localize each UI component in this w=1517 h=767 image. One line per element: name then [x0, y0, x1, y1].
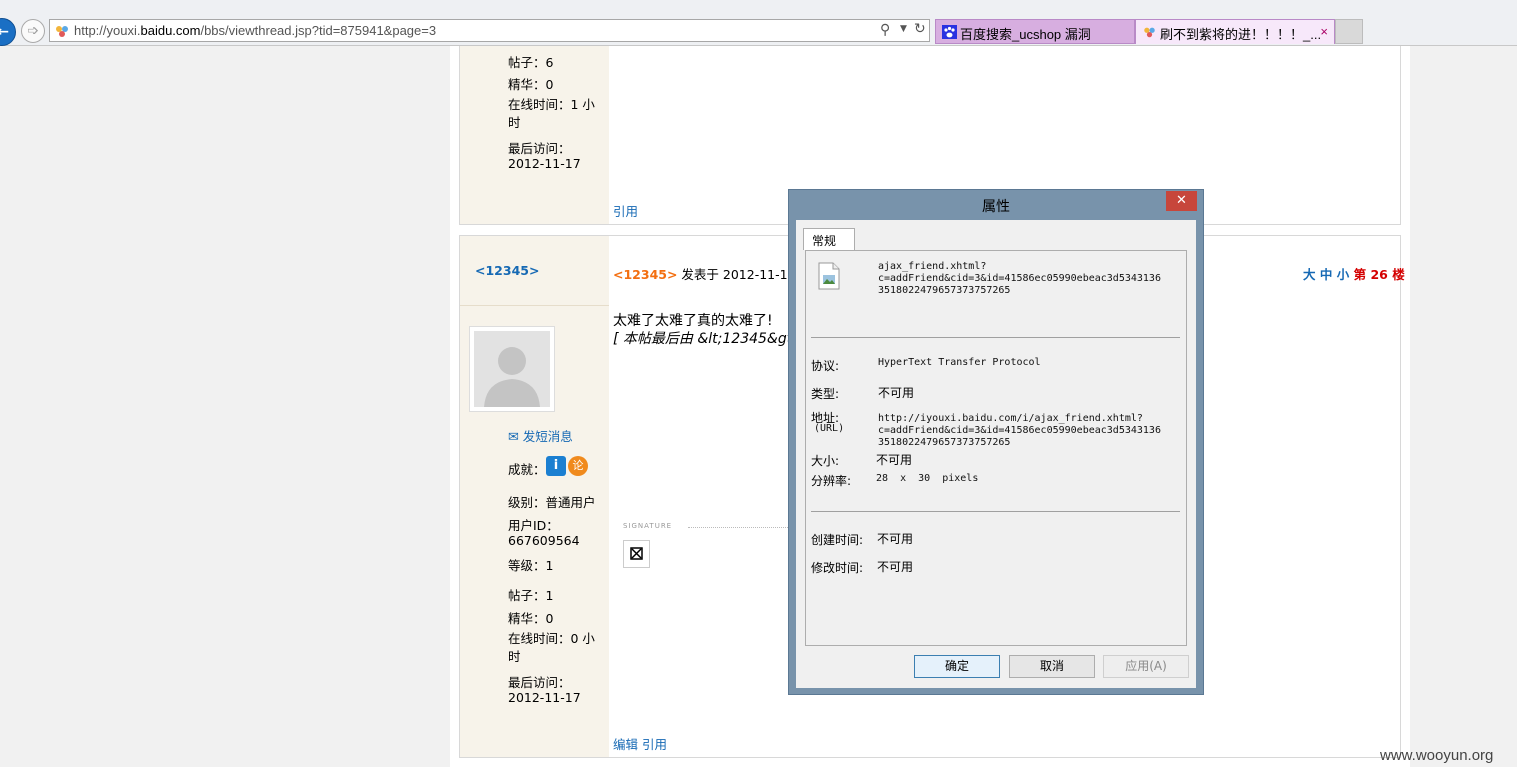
close-icon[interactable]: ✕	[1166, 191, 1197, 211]
modified-label: 修改时间:	[811, 561, 864, 575]
achievement-badge-icon[interactable]: i	[546, 456, 566, 476]
post-body: 太难了太难了真的太难了!	[613, 313, 773, 329]
address-url-label: (URL)	[814, 423, 845, 434]
tab-baidu-search[interactable]: 百度搜索_ucshop 漏洞	[935, 19, 1135, 44]
font-size-large-link[interactable]: 大	[1303, 267, 1316, 282]
baidu-paw-icon	[942, 25, 957, 39]
post-actions: 编辑 引用	[613, 734, 667, 753]
general-panel: ajax_friend.xhtml? c=addFriend&cid=3&id=…	[805, 250, 1187, 646]
author-username-link[interactable]: <12345>	[475, 263, 539, 278]
online-time: 在线时间：0 小时	[508, 631, 595, 664]
type-label: 类型:	[811, 387, 840, 401]
digest-count: 精华：0	[508, 77, 554, 92]
url-text[interactable]: http://youxi.baidu.com/bbs/viewthread.js…	[74, 23, 436, 38]
avatar[interactable]	[469, 326, 555, 412]
edit-note: [ 本帖最后由 &lt;12345&gt;	[613, 331, 797, 347]
post-count: 帖子：6	[508, 55, 554, 70]
dropdown-icon[interactable]: ▼	[900, 24, 907, 34]
post-header: <12345> 发表于 2012-11-17 1	[613, 264, 807, 283]
close-tab-icon[interactable]: ×	[1320, 24, 1328, 39]
forward-button[interactable]: ➩	[21, 19, 45, 43]
broken-image-icon	[630, 547, 643, 560]
user-grade: 等级：1	[508, 558, 554, 573]
signature-divider	[688, 527, 798, 528]
site-favicon-icon	[56, 26, 68, 37]
default-avatar-icon	[474, 331, 550, 407]
font-size-medium-link[interactable]: 中	[1320, 267, 1333, 282]
created-label: 创建时间:	[811, 533, 864, 547]
back-arrow-icon: ←	[0, 24, 9, 40]
envelope-icon: ✉	[508, 430, 519, 445]
refresh-icon[interactable]: ↻	[914, 21, 926, 37]
new-tab-button[interactable]	[1335, 19, 1363, 44]
achievement-medal-icon[interactable]: 论	[568, 456, 588, 476]
last-visit-date: 2012-11-17	[508, 156, 581, 171]
resolution-value: 28 x 30 pixels	[876, 473, 979, 484]
last-visit-label: 最后访问：	[508, 675, 571, 690]
created-value: 不可用	[877, 532, 914, 546]
separator	[811, 511, 1180, 512]
protocol-value: HyperText Transfer Protocol	[878, 357, 1041, 368]
user-id-value: 667609564	[508, 533, 580, 548]
address-value[interactable]: http://iyouxi.baidu.com/i/ajax_friend.xh…	[878, 413, 1178, 449]
dialog-body: 常规 ajax_friend.xhtml? c=addFriend&cid=3&…	[796, 220, 1196, 688]
sidebar-divider	[460, 305, 609, 306]
cancel-button[interactable]: 取消	[1009, 655, 1095, 678]
post-tools: 大 中 小 第 26 楼	[1303, 264, 1405, 283]
ok-button[interactable]: 确定	[914, 655, 1000, 678]
send-message-button[interactable]: ✉ 发短消息	[508, 426, 573, 445]
online-time: 在线时间：1 小时	[508, 97, 595, 130]
last-visit-label: 最后访问：	[508, 141, 571, 156]
quote-link[interactable]: 引用	[613, 201, 638, 220]
quote-link[interactable]: 引用	[642, 737, 667, 752]
properties-dialog: 属性 ✕ 常规 ajax_friend.xhtml? c=addFriend&c…	[788, 189, 1204, 695]
author-sidebar	[460, 46, 609, 224]
modified-value: 不可用	[877, 560, 914, 574]
tab-label: 刷不到紫将的进！！！！_...	[1160, 27, 1322, 42]
floor-number: 第 26 楼	[1353, 267, 1405, 282]
size-label: 大小:	[811, 454, 840, 468]
tab-label: 百度搜索_ucshop 漏洞	[960, 27, 1091, 42]
file-name: ajax_friend.xhtml? c=addFriend&cid=3&id=…	[878, 261, 1161, 296]
post-author-link[interactable]: <12345>	[613, 267, 677, 282]
watermark: www.wooyun.org	[1380, 747, 1494, 764]
tab-forum-thread[interactable]: 刷不到紫将的进！！！！_... ×	[1135, 19, 1335, 44]
signature-label: SIGNATURE	[623, 522, 673, 530]
user-level: 级别：普通用户	[508, 495, 596, 510]
resolution-label: 分辨率:	[811, 474, 852, 488]
apply-button[interactable]: 应用(A)	[1103, 655, 1189, 678]
edit-link[interactable]: 编辑	[613, 737, 638, 752]
achievement-label: 成就：	[508, 462, 546, 477]
forward-arrow-icon: ➩	[27, 23, 39, 39]
type-value: 不可用	[878, 386, 915, 400]
broken-image[interactable]	[623, 540, 650, 568]
search-icon[interactable]: ⚲	[880, 22, 890, 38]
post-count: 帖子：1	[508, 588, 554, 603]
protocol-label: 协议:	[811, 359, 840, 373]
dialog-title: 属性	[982, 199, 1010, 215]
tab-general[interactable]: 常规	[803, 228, 855, 250]
site-favicon-icon	[1144, 27, 1155, 38]
font-size-small-link[interactable]: 小	[1337, 267, 1350, 282]
address-bar[interactable]: http://youxi.baidu.com/bbs/viewthread.js…	[49, 19, 930, 42]
last-visit-date: 2012-11-17	[508, 690, 581, 705]
file-icon	[818, 262, 840, 290]
user-id-label: 用户ID：	[508, 518, 559, 533]
size-value: 不可用	[876, 453, 913, 467]
separator	[811, 337, 1180, 338]
digest-count: 精华：0	[508, 611, 554, 626]
